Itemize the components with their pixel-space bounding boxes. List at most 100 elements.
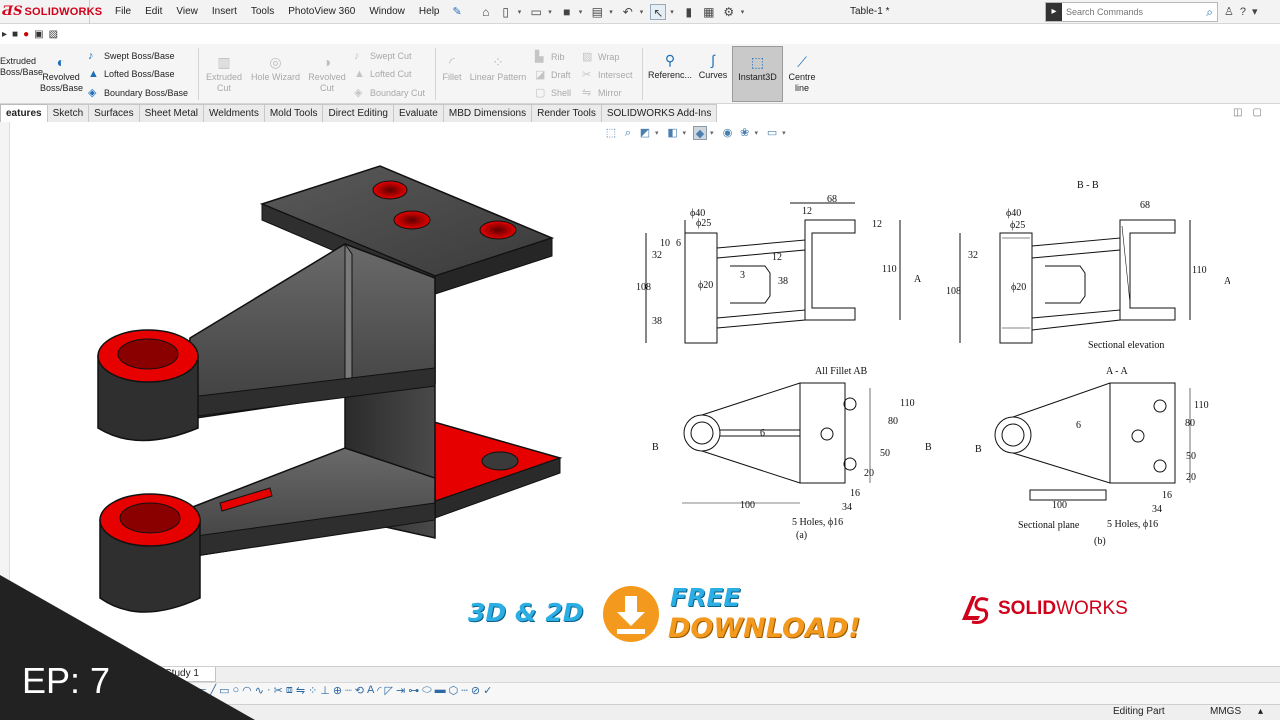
menu-edit[interactable]: Edit: [138, 0, 169, 24]
tab-evaluate[interactable]: Evaluate: [392, 104, 444, 122]
solidworks-logo[interactable]: ƋS SOLIDWORKS: [0, 0, 102, 24]
chevron-down-icon[interactable]: ▾: [548, 8, 552, 16]
open-folder-icon[interactable]: ▭: [528, 4, 544, 20]
centre-line-button[interactable]: ⟋ Centre line: [784, 54, 820, 94]
chevron-down-icon[interactable]: ▾: [683, 129, 687, 137]
revolved-boss-button[interactable]: ◐ Revolved Boss/Base: [40, 54, 83, 94]
previous-view-icon[interactable]: ◩: [638, 126, 652, 140]
chevron-down-icon[interactable]: ▾: [579, 8, 583, 16]
tab-mold-tools[interactable]: Mold Tools: [263, 104, 324, 122]
undo-icon[interactable]: ↶: [620, 4, 636, 20]
record-icon[interactable]: ●: [23, 29, 29, 40]
polygon-icon[interactable]: ⬡: [449, 684, 459, 702]
view-orientation-icon[interactable]: ◧: [666, 126, 680, 140]
tab-mbd-dimensions[interactable]: MBD Dimensions: [442, 104, 533, 122]
options-gear-icon[interactable]: ⚙: [721, 4, 737, 20]
menu-insert[interactable]: Insert: [205, 0, 244, 24]
swept-boss-button[interactable]: ♪ Swept Boss/Base: [88, 50, 175, 62]
revolved-cut-button[interactable]: ◑ Revolved Cut: [305, 54, 349, 94]
construction-icon[interactable]: ┈: [345, 684, 352, 702]
spline-icon[interactable]: ∿: [255, 684, 264, 702]
macro-edit-icon[interactable]: ▧: [49, 29, 58, 40]
draft-button[interactable]: ◪ Draft: [535, 68, 571, 81]
chevron-down-icon[interactable]: ▾: [710, 129, 714, 137]
lofted-boss-button[interactable]: ▲ Lofted Boss/Base: [88, 68, 175, 80]
extend-icon[interactable]: ⇥: [396, 684, 405, 702]
mirror-entities-icon[interactable]: ⇋: [296, 684, 305, 702]
zoom-area-icon[interactable]: ⌕: [621, 126, 635, 140]
chamfer-icon[interactable]: ◸: [385, 684, 393, 702]
repair-sketch-icon[interactable]: ✓: [483, 684, 492, 702]
view-settings-icon[interactable]: ▭: [765, 126, 779, 140]
wrap-button[interactable]: ▧ Wrap: [582, 50, 619, 63]
pin-icon[interactable]: ✎: [452, 5, 461, 18]
convert-entities-icon[interactable]: ⟲: [355, 684, 364, 702]
instant3d-button[interactable]: ⬚ Instant3D: [732, 54, 783, 83]
point-icon[interactable]: ·: [267, 684, 271, 702]
rib-button[interactable]: ▙ Rib: [535, 50, 565, 63]
extruded-cut-button[interactable]: ▥ Extruded Cut: [203, 54, 245, 94]
home-icon[interactable]: ⌂: [478, 4, 494, 20]
traffic-light-icon[interactable]: ▮: [681, 4, 697, 20]
tab-features[interactable]: eatures: [0, 104, 48, 122]
centerline-icon[interactable]: ┄: [461, 684, 468, 702]
file-properties-icon[interactable]: ▦: [701, 4, 717, 20]
pattern-icon[interactable]: ⁘: [308, 684, 317, 702]
print-icon[interactable]: ▤: [589, 4, 605, 20]
ellipse-icon[interactable]: ⬭: [422, 684, 431, 702]
appearance-icon[interactable]: ❀: [738, 126, 752, 140]
slot-icon[interactable]: ▬: [435, 684, 446, 702]
chevron-down-icon[interactable]: ▾: [655, 129, 659, 137]
chevron-down-icon[interactable]: ▾: [755, 129, 759, 137]
units-chevron-icon[interactable]: ▴: [1258, 706, 1263, 717]
status-units[interactable]: MMGS: [1210, 706, 1241, 717]
curves-button[interactable]: ∫ Curves: [696, 52, 730, 81]
tab-surfaces[interactable]: Surfaces: [88, 104, 140, 122]
tab-solidworks-addins[interactable]: SOLIDWORKS Add-Ins: [600, 104, 718, 122]
boundary-cut-button[interactable]: ◈ Boundary Cut: [354, 86, 425, 99]
lofted-cut-button[interactable]: ▲ Lofted Cut: [354, 68, 412, 80]
display-delete-relations-icon[interactable]: ⊘: [471, 684, 480, 702]
offset-icon[interactable]: ⧈: [286, 684, 293, 702]
zoom-to-fit-icon[interactable]: ⬚: [604, 126, 618, 140]
help-icon[interactable]: ?: [1240, 0, 1246, 24]
stop-icon[interactable]: ■: [12, 29, 18, 40]
tab-direct-editing[interactable]: Direct Editing: [322, 104, 394, 122]
menu-photoview[interactable]: PhotoView 360: [281, 0, 362, 24]
tab-weldments[interactable]: Weldments: [203, 104, 265, 122]
chevron-down-icon[interactable]: ▾: [782, 129, 786, 137]
tab-sheet-metal[interactable]: Sheet Metal: [138, 104, 204, 122]
boundary-boss-button[interactable]: ◈ Boundary Boss/Base: [88, 86, 188, 99]
chevron-down-icon[interactable]: ▾: [609, 8, 613, 16]
new-document-icon[interactable]: ▯: [498, 4, 514, 20]
restore-icon[interactable]: ◫: [1233, 107, 1242, 118]
text-icon[interactable]: A: [367, 684, 374, 702]
reference-geometry-button[interactable]: ⚲ Referenc...: [646, 52, 694, 81]
bracket-3d-model[interactable]: [90, 158, 570, 628]
macro-icon[interactable]: ▣: [34, 29, 43, 40]
chevron-down-icon[interactable]: ▾: [518, 8, 522, 16]
fillet-button[interactable]: ◜ Fillet: [438, 54, 466, 83]
shell-button[interactable]: ▢ Shell: [535, 86, 571, 99]
tab-sketch[interactable]: Sketch: [46, 104, 90, 122]
tab-render-tools[interactable]: Render Tools: [531, 104, 602, 122]
save-icon[interactable]: ■: [559, 4, 575, 20]
split-icon[interactable]: ⊶: [408, 684, 419, 702]
mirror-button[interactable]: ⇋ Mirror: [582, 86, 622, 99]
trim-icon[interactable]: ✂: [274, 684, 283, 702]
display-style-icon[interactable]: ◆: [693, 126, 708, 140]
intersect-button[interactable]: ✂ Intersect: [582, 68, 633, 81]
linear-pattern-button[interactable]: ⁘ Linear Pattern: [466, 54, 530, 83]
fix-icon[interactable]: ⊕: [333, 684, 342, 702]
menu-help[interactable]: Help: [412, 0, 447, 24]
menu-window[interactable]: Window: [362, 0, 412, 24]
chevron-down-icon[interactable]: ▾: [1252, 0, 1258, 24]
swept-cut-button[interactable]: ♪ Swept Cut: [354, 50, 412, 62]
relation-icon[interactable]: ⊥: [320, 684, 330, 702]
chevron-down-icon[interactable]: ▾: [640, 8, 644, 16]
search-input[interactable]: [1062, 7, 1207, 17]
menu-tools[interactable]: Tools: [244, 0, 281, 24]
chevron-down-icon[interactable]: ▾: [741, 8, 745, 16]
hole-wizard-button[interactable]: ◎ Hole Wizard: [248, 54, 303, 83]
search-scope-icon[interactable]: ▸: [1046, 3, 1062, 21]
